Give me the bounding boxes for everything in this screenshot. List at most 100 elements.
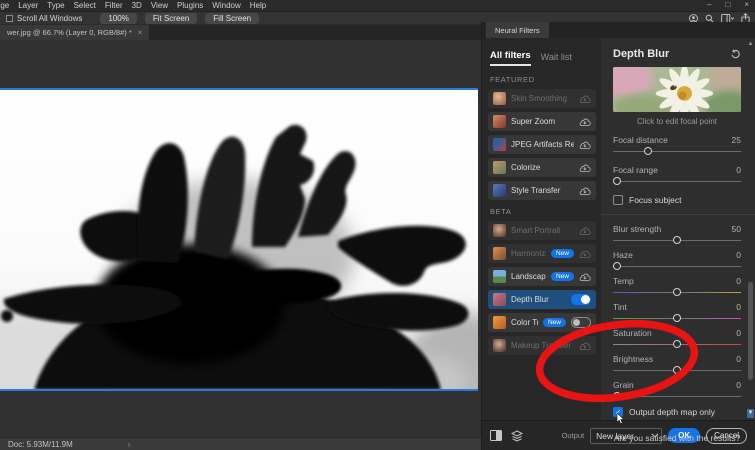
status-bar-chevron-icon[interactable]: › bbox=[128, 440, 131, 449]
menu-plugins[interactable]: Plugins bbox=[177, 1, 203, 10]
slider-grain: Grain 0 bbox=[612, 380, 741, 403]
cloud-download-icon[interactable] bbox=[579, 140, 591, 150]
cloud-download-icon[interactable] bbox=[579, 186, 591, 196]
slider-thumb[interactable] bbox=[612, 392, 621, 400]
menu-3d[interactable]: 3D bbox=[132, 1, 142, 10]
super-zoom-thumbnail bbox=[493, 115, 506, 128]
slider-thumb[interactable] bbox=[643, 147, 652, 155]
slider-thumb[interactable] bbox=[673, 236, 681, 244]
fill-screen-button[interactable]: Fill Screen bbox=[205, 12, 260, 24]
cloud-download-icon[interactable] bbox=[579, 163, 591, 173]
scroll-up-icon[interactable]: ▲ bbox=[747, 40, 754, 49]
neural-filters-panel: Neural Filters All filters Wait list FEA… bbox=[481, 22, 755, 450]
settings-scrollbar[interactable]: ▲ ▼ bbox=[747, 40, 754, 418]
tab-all-filters[interactable]: All filters bbox=[490, 50, 531, 66]
cloud-download-icon[interactable] bbox=[579, 249, 591, 259]
feedback-question: Are you satisfied with the results? bbox=[613, 433, 741, 443]
style-transfer-thumbnail bbox=[493, 184, 506, 197]
featured-section-label: FEATURED bbox=[490, 75, 535, 84]
scroll-down-icon[interactable]: ▼ bbox=[747, 409, 754, 418]
slider-track[interactable] bbox=[613, 339, 741, 351]
cloud-download-icon[interactable] bbox=[579, 117, 591, 127]
slider-track[interactable] bbox=[612, 261, 741, 273]
harmonization-thumbnail bbox=[493, 247, 506, 260]
maximize-icon[interactable]: □ bbox=[725, 0, 730, 9]
scrollbar-thumb[interactable] bbox=[748, 281, 753, 381]
slider-track[interactable] bbox=[613, 365, 741, 377]
document-tab[interactable]: wer.jpg @ 66.7% (Layer 0, RGB/8#) * × bbox=[0, 25, 150, 40]
slider-label: Saturation bbox=[613, 328, 652, 338]
slider-thumb[interactable] bbox=[673, 314, 681, 322]
slider-track[interactable] bbox=[612, 176, 741, 188]
cloud-download-icon[interactable] bbox=[579, 341, 591, 351]
filter-item-harmonization[interactable]: Harmonization New bbox=[488, 244, 596, 263]
slider-value: 25 bbox=[731, 135, 741, 145]
menu-type[interactable]: Type bbox=[47, 1, 64, 10]
slider-track[interactable] bbox=[613, 313, 741, 325]
slider-track[interactable] bbox=[613, 235, 741, 247]
focal-point-preview-image[interactable] bbox=[613, 67, 741, 112]
slider-thumb[interactable] bbox=[612, 177, 621, 185]
panel-tab-strip: Neural Filters bbox=[482, 22, 755, 38]
filter-item-skin-smoothing[interactable]: Skin Smoothing bbox=[488, 89, 596, 108]
cloud-download-icon[interactable] bbox=[579, 272, 591, 282]
zoom-100-button[interactable]: 100% bbox=[100, 12, 137, 24]
filter-item-makeup-transfer[interactable]: Makeup Transfer bbox=[488, 336, 596, 355]
slider-label: Focal range bbox=[613, 165, 658, 175]
neural-filters-tab[interactable]: Neural Filters bbox=[486, 22, 549, 38]
fit-screen-button[interactable]: Fit Screen bbox=[144, 12, 198, 24]
slider-value: 0 bbox=[736, 354, 741, 364]
slider-label: Temp bbox=[613, 276, 634, 286]
tab-close-icon[interactable]: × bbox=[138, 28, 143, 37]
slider-track[interactable] bbox=[613, 287, 741, 299]
output-depth-map-row: ✓ Output depth map only bbox=[613, 407, 741, 425]
filter-item-super-zoom[interactable]: Super Zoom bbox=[488, 112, 596, 131]
tab-wait-list[interactable]: Wait list bbox=[541, 52, 572, 66]
slider-thumb[interactable] bbox=[673, 288, 681, 296]
menu-help[interactable]: Help bbox=[250, 1, 266, 10]
image-canvas-depth-map-preview[interactable] bbox=[0, 88, 478, 391]
slider-saturation: Saturation 0 bbox=[613, 328, 741, 351]
focus-subject-checkbox[interactable] bbox=[613, 195, 623, 205]
color-transfer-toggle-off[interactable] bbox=[571, 317, 591, 328]
menu-filter[interactable]: Filter bbox=[105, 1, 123, 10]
filter-item-landscape-mixer[interactable]: Landscape Mixer New bbox=[488, 267, 596, 286]
menu-window[interactable]: Window bbox=[212, 1, 240, 10]
menu-image[interactable]: Image bbox=[0, 1, 9, 10]
filter-label: Skin Smoothing bbox=[511, 94, 568, 103]
slider-track[interactable] bbox=[613, 146, 741, 158]
filter-label: Super Zoom bbox=[511, 117, 556, 126]
menu-view[interactable]: View bbox=[151, 1, 168, 10]
cloud-download-icon[interactable] bbox=[579, 226, 591, 236]
depth-blur-toggle-on[interactable] bbox=[571, 294, 591, 305]
slider-thumb[interactable] bbox=[673, 366, 681, 374]
filter-item-jpeg-artifacts-removal[interactable]: JPEG Artifacts Removal bbox=[488, 135, 596, 154]
focal-point-caption: Click to edit focal point bbox=[636, 117, 718, 126]
layers-stack-icon[interactable] bbox=[511, 429, 523, 442]
slider-thumb[interactable] bbox=[612, 262, 621, 270]
slider-thumb[interactable] bbox=[673, 340, 681, 348]
scroll-all-windows-checkbox[interactable] bbox=[6, 14, 13, 22]
filter-item-color-transfer[interactable]: Color Transfer New bbox=[488, 313, 596, 332]
cloud-download-icon[interactable] bbox=[579, 94, 591, 104]
slider-value: 50 bbox=[731, 224, 741, 234]
document-tab-title: wer.jpg @ 66.7% (Layer 0, RGB/8#) * bbox=[7, 28, 132, 37]
slider-label: Focal distance bbox=[613, 135, 668, 145]
filter-label: Smart Portrait bbox=[511, 226, 561, 235]
menu-select[interactable]: Select bbox=[74, 1, 96, 10]
close-icon[interactable]: × bbox=[744, 0, 749, 9]
reset-icon[interactable] bbox=[730, 49, 741, 59]
slider-track[interactable] bbox=[612, 391, 741, 403]
slider-label: Blur strength bbox=[613, 224, 662, 234]
preview-split-icon[interactable] bbox=[490, 430, 502, 441]
filter-item-style-transfer[interactable]: Style Transfer bbox=[488, 181, 596, 200]
minimize-icon[interactable]: – bbox=[707, 0, 711, 9]
filter-label: JPEG Artifacts Removal bbox=[511, 140, 574, 149]
filter-item-smart-portrait[interactable]: Smart Portrait bbox=[488, 221, 596, 240]
filter-item-depth-blur[interactable]: Depth Blur bbox=[488, 290, 596, 309]
menu-layer[interactable]: Layer bbox=[18, 1, 38, 10]
filter-item-colorize[interactable]: Colorize bbox=[488, 158, 596, 177]
output-label: Output bbox=[561, 431, 585, 440]
landscape-mixer-thumbnail bbox=[493, 270, 506, 283]
new-badge: New bbox=[550, 249, 574, 258]
